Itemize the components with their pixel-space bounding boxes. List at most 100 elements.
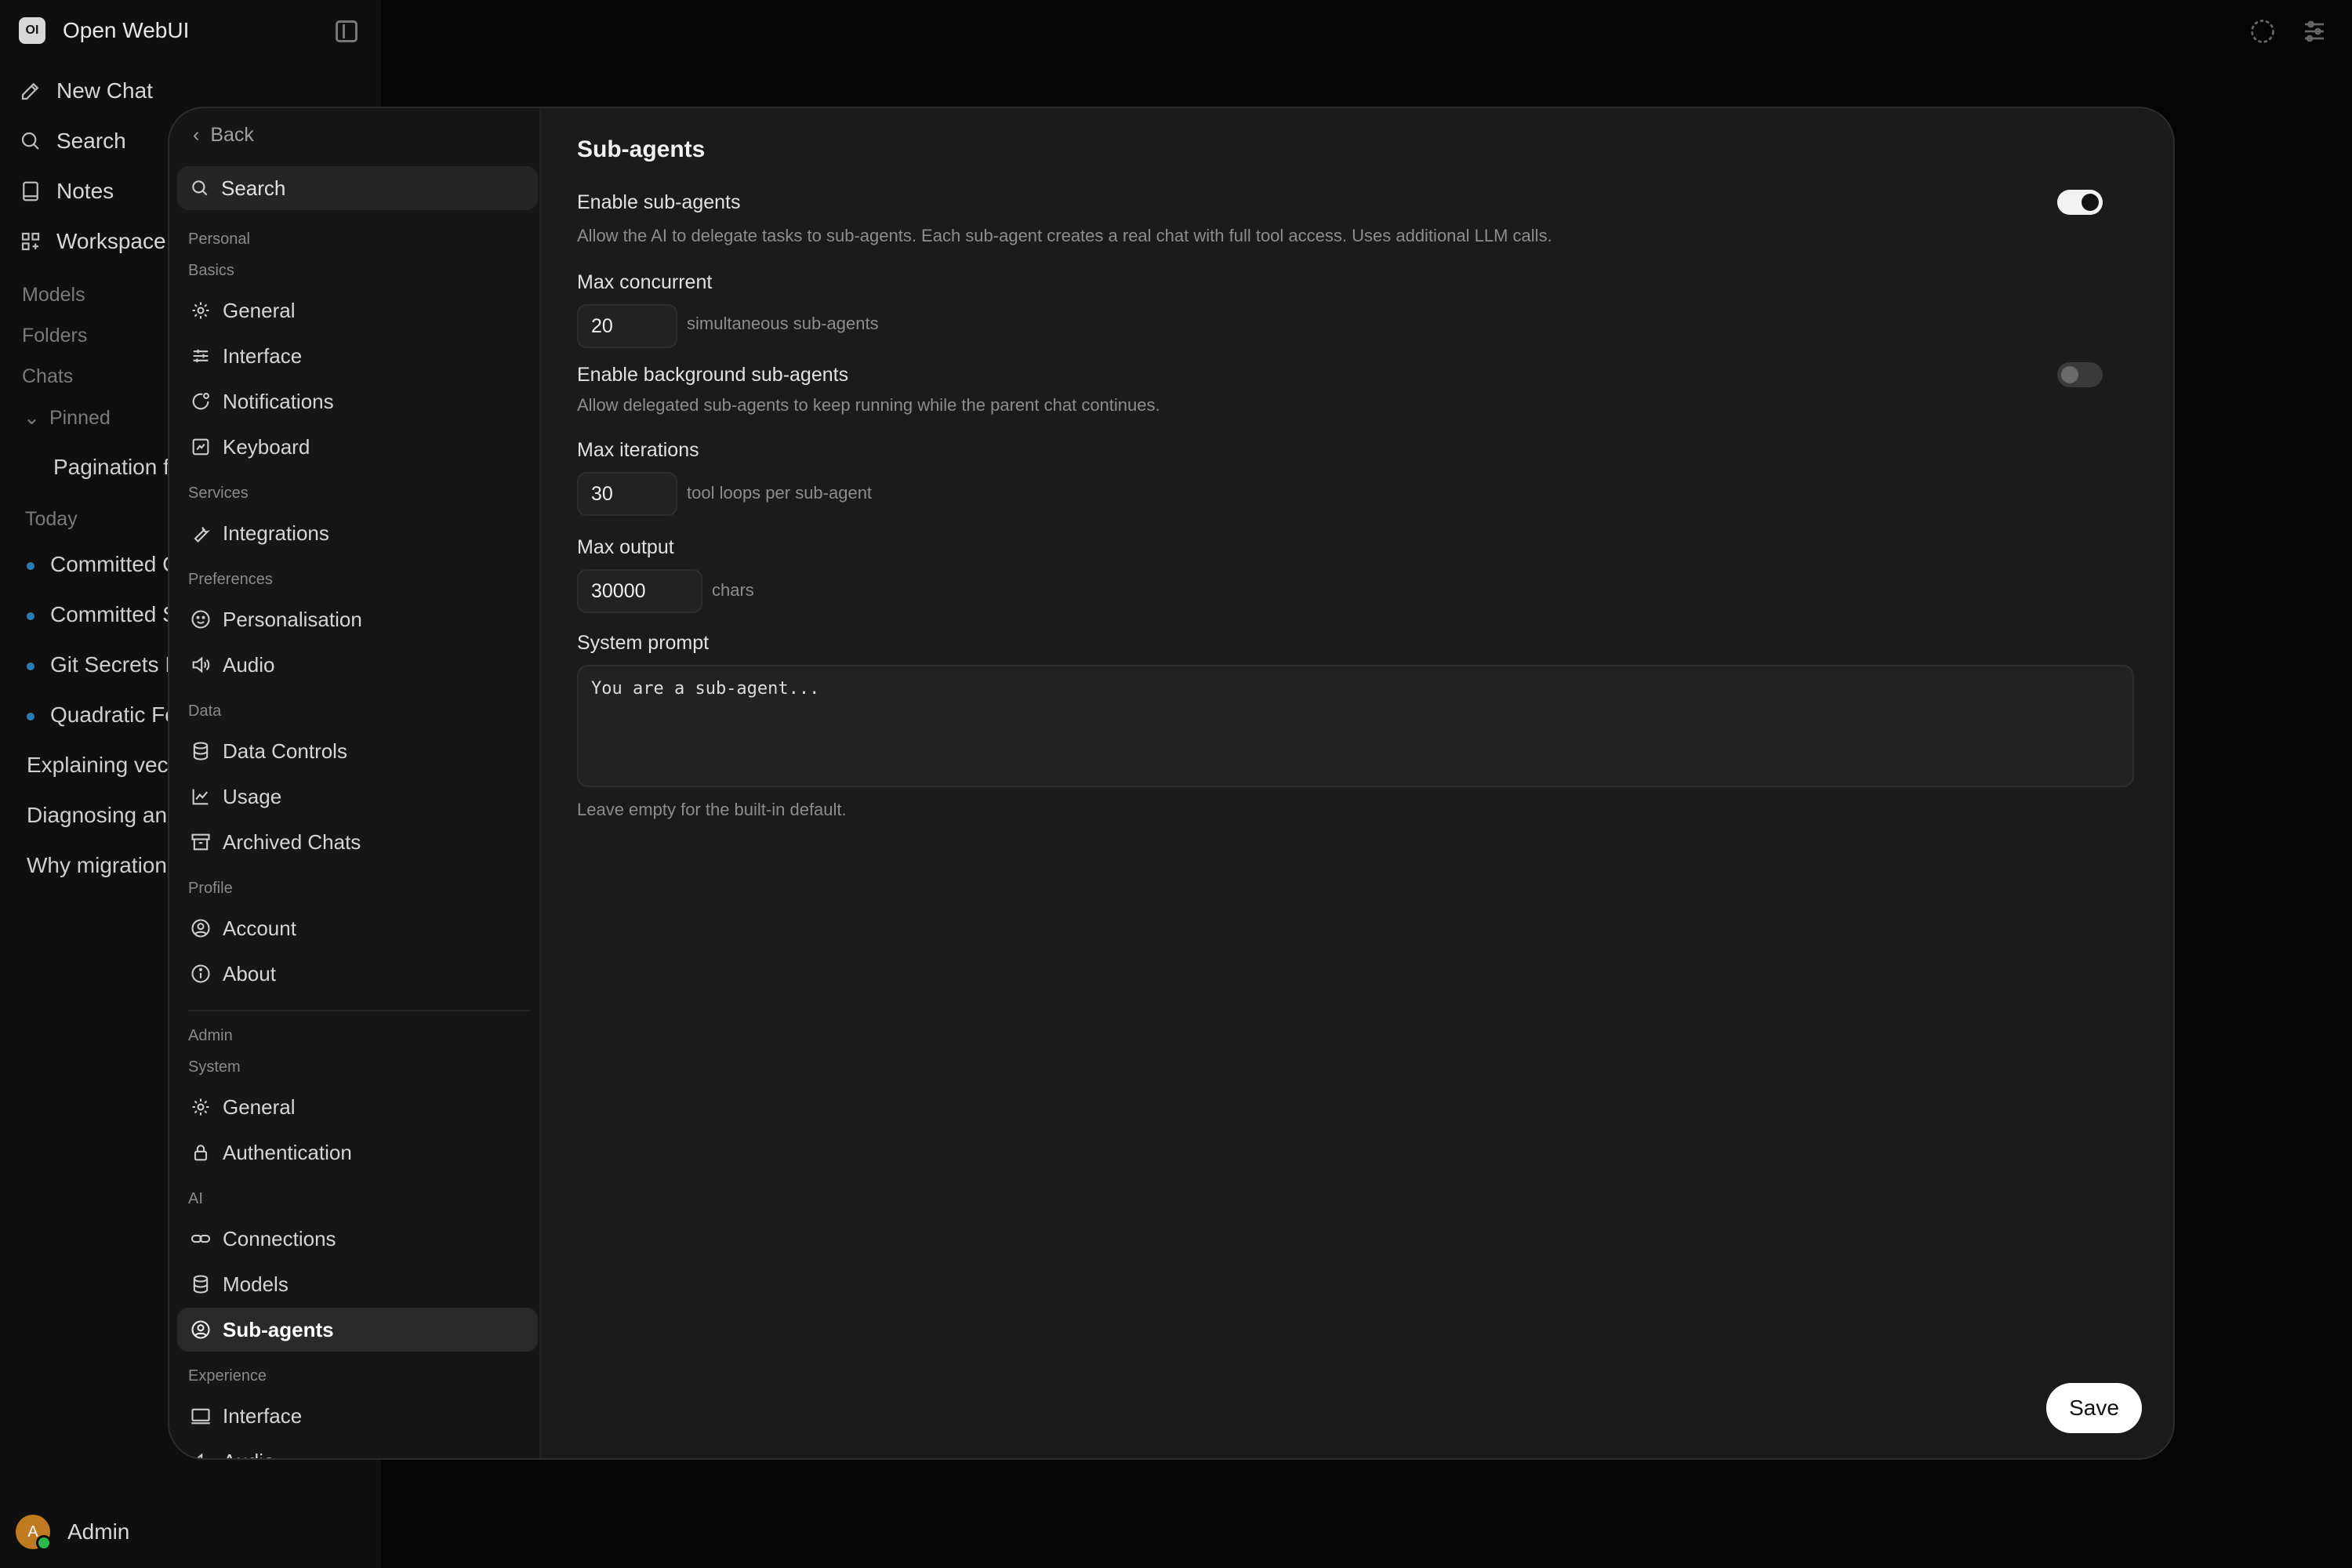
settings-item-label: Personalisation <box>223 607 362 631</box>
settings-item-sub-agents[interactable]: Sub-agents <box>177 1308 538 1352</box>
settings-item-notifications[interactable]: Notifications <box>177 379 538 423</box>
link-icon <box>191 1234 211 1243</box>
wrench-icon <box>194 527 211 543</box>
settings-item-account[interactable]: Account <box>177 906 538 950</box>
settings-search-input[interactable]: Search <box>177 166 538 210</box>
settings-item-label: Models <box>223 1272 289 1296</box>
chat-item[interactable]: Quadratic Fo <box>27 702 177 728</box>
settings-item-label: Archived Chats <box>223 829 361 854</box>
monitor-icon <box>191 1408 210 1425</box>
temporary-chat-icon[interactable] <box>2249 17 2277 45</box>
unread-dot <box>27 612 34 620</box>
pinned-section[interactable]: ⌄ Pinned <box>24 406 111 430</box>
chevron-down-icon: ⌄ <box>24 407 40 429</box>
profile-heading: Profile <box>188 880 233 897</box>
settings-item-models[interactable]: Models <box>177 1262 538 1306</box>
settings-item-audio[interactable]: Audio <box>177 643 538 687</box>
back-button[interactable]: ‹ Back <box>193 124 254 147</box>
preferences-heading: Preferences <box>188 571 273 588</box>
search-button[interactable]: Search <box>19 129 126 154</box>
max-concurrent-unit: simultaneous sub-agents <box>687 314 879 333</box>
grid-icon <box>21 232 40 251</box>
settings-item-label: Usage <box>223 784 282 808</box>
system-prompt-textarea[interactable]: You are a sub-agent... <box>577 665 2134 787</box>
chat-item[interactable]: Explaining vect <box>27 753 174 778</box>
max-output-label: Max output <box>577 536 674 558</box>
background-sub-agents-toggle[interactable] <box>2057 362 2103 387</box>
settings-item-interface[interactable]: Interface <box>177 334 538 378</box>
settings-item-personalisation[interactable]: Personalisation <box>177 597 538 641</box>
controls-icon[interactable] <box>2300 17 2328 45</box>
database-icon <box>193 1275 209 1294</box>
settings-item-label: Integrations <box>223 521 329 545</box>
workspace-button[interactable]: Workspace <box>19 229 166 254</box>
models-section[interactable]: Models <box>22 284 85 307</box>
settings-item-connections[interactable]: Connections <box>177 1217 538 1261</box>
brand[interactable]: OI Open WebUI <box>19 17 189 44</box>
chat-item[interactable]: Committed C <box>27 552 178 577</box>
personal-heading: Personal <box>188 230 250 248</box>
settings-item-integrations[interactable]: Integrations <box>177 511 538 555</box>
gear-icon <box>192 1098 209 1116</box>
chat-item[interactable]: Diagnosing an <box>27 803 167 828</box>
chat-item[interactable]: Committed S <box>27 602 177 627</box>
enable-sub-agents-toggle[interactable] <box>2057 190 2103 215</box>
chat-item[interactable]: Git Secrets I <box>27 652 171 677</box>
settings-item-admin-general[interactable]: General <box>177 1085 538 1129</box>
settings-item-experience-interface[interactable]: Interface <box>177 1394 538 1438</box>
settings-item-keyboard[interactable]: Keyboard <box>177 425 538 469</box>
unread-dot <box>27 712 34 720</box>
chat-item[interactable]: Why migrations <box>27 853 178 878</box>
chats-section[interactable]: Chats <box>22 365 73 388</box>
settings-content: Sub-agents Enable sub-agents Allow the A… <box>577 108 2145 1458</box>
settings-item-about[interactable]: About <box>177 952 538 996</box>
chat-title: Git Secrets I <box>50 652 172 677</box>
admin-heading: Admin <box>188 1027 233 1044</box>
new-chat-button[interactable]: New Chat <box>19 78 153 103</box>
background-sub-agents-label: Enable background sub-agents <box>577 364 849 386</box>
folders-section[interactable]: Folders <box>22 325 87 347</box>
settings-item-label: About <box>223 961 276 985</box>
enable-sub-agents-help: Allow the AI to delegate tasks to sub-ag… <box>577 226 1552 245</box>
ai-heading: AI <box>188 1190 203 1207</box>
user-circle-icon <box>191 919 210 938</box>
save-button[interactable]: Save <box>2046 1383 2142 1433</box>
settings-item-label: General <box>223 298 296 322</box>
line-chart-icon <box>192 789 209 805</box>
user-menu[interactable]: A Admin <box>16 1515 129 1551</box>
sidebar-divider <box>188 1010 530 1011</box>
chat-title: Committed C <box>50 552 179 576</box>
settings-sidebar: ‹ Back Search Personal Basics General In… <box>169 108 541 1458</box>
lock-icon <box>194 1145 208 1161</box>
top-right-controls <box>2249 17 2328 45</box>
settings-modal: ‹ Back Search Personal Basics General In… <box>168 107 2175 1460</box>
notes-button[interactable]: Notes <box>19 179 114 204</box>
settings-item-label: Keyboard <box>223 434 310 459</box>
max-concurrent-input[interactable]: 20 <box>577 304 677 348</box>
notes-label: Notes <box>56 179 114 203</box>
new-chat-label: New Chat <box>56 78 153 103</box>
max-output-input[interactable]: 30000 <box>577 569 702 613</box>
max-iterations-label: Max iterations <box>577 439 699 461</box>
sidebar-toggle-icon[interactable] <box>336 20 358 42</box>
page-title: Sub-agents <box>577 136 706 162</box>
settings-item-general[interactable]: General <box>177 289 538 332</box>
unread-dot <box>27 561 34 570</box>
keyboard-icon <box>192 438 209 456</box>
settings-item-archived-chats[interactable]: Archived Chats <box>177 820 538 864</box>
back-label: Back <box>210 124 254 146</box>
settings-item-data-controls[interactable]: Data Controls <box>177 729 538 773</box>
settings-item-label: Audio <box>223 1450 275 1459</box>
system-prompt-help: Leave empty for the built-in default. <box>577 800 847 819</box>
settings-item-authentication[interactable]: Authentication <box>177 1131 538 1174</box>
max-iterations-input[interactable]: 30 <box>577 472 677 516</box>
search-icon <box>192 180 208 196</box>
gear-icon <box>192 302 209 319</box>
basics-heading: Basics <box>188 262 234 279</box>
pencil-icon <box>21 82 39 100</box>
settings-item-experience-audio[interactable]: Audio <box>177 1439 538 1459</box>
archive-icon <box>191 833 210 851</box>
search-label: Search <box>56 129 126 153</box>
chat-item[interactable]: Pagination f <box>53 455 169 480</box>
settings-item-usage[interactable]: Usage <box>177 775 538 818</box>
